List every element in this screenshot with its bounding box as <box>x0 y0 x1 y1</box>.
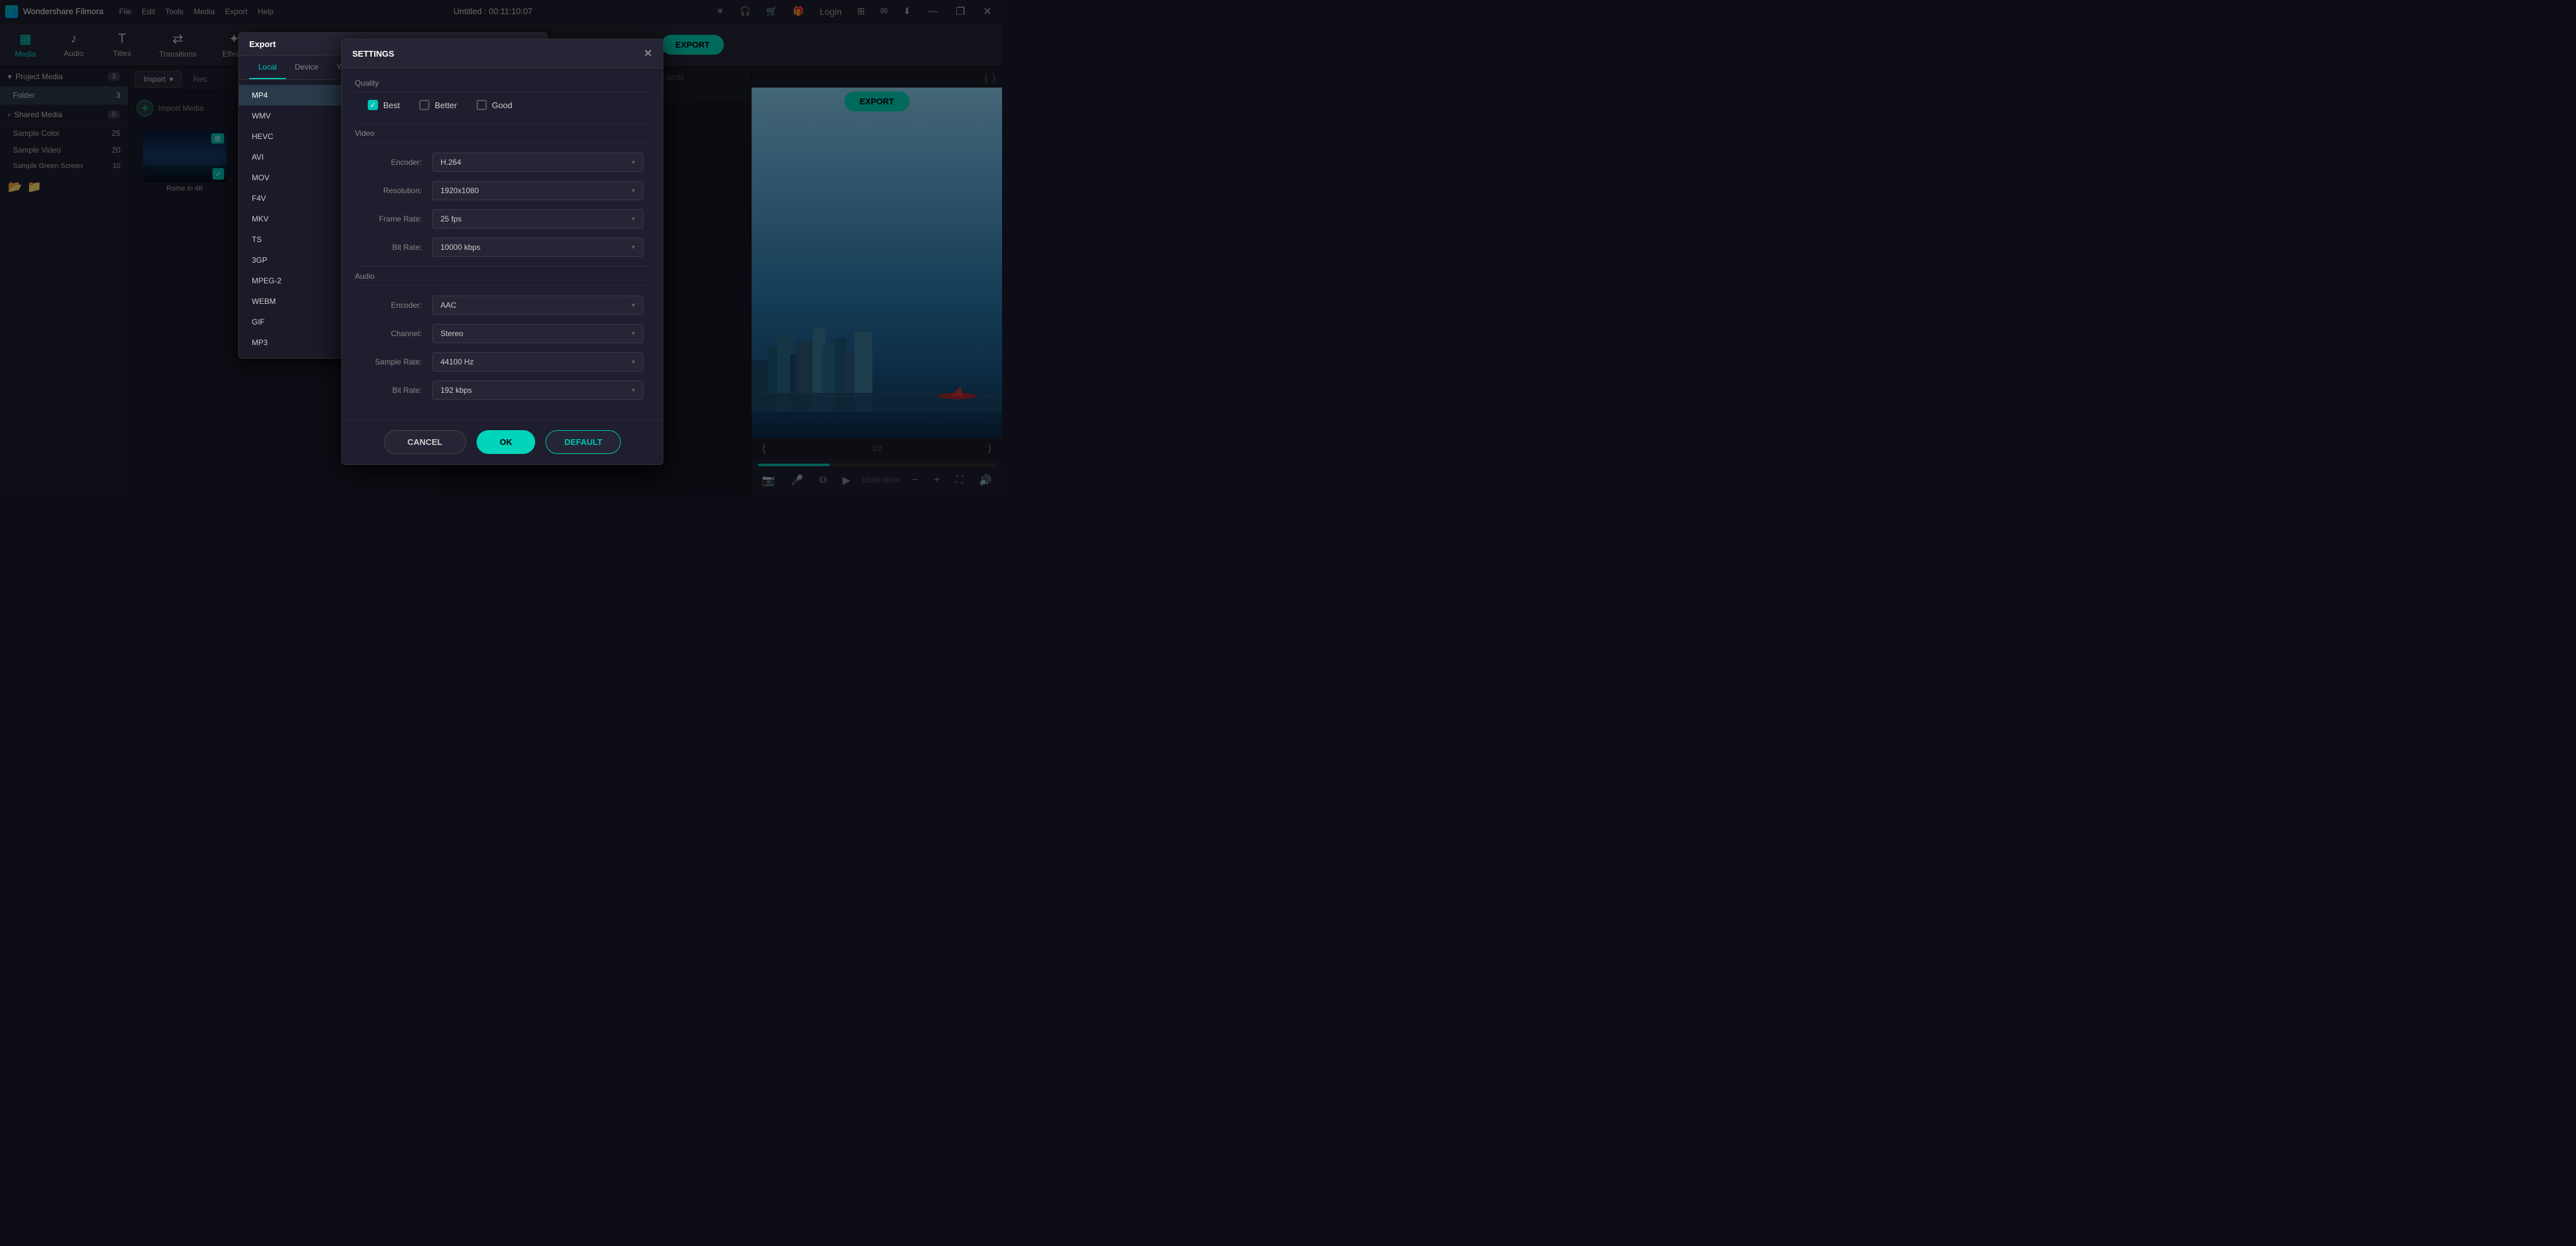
audio-section-title: Audio <box>355 272 650 285</box>
video-section-title: Video <box>355 129 650 142</box>
channel-row: Channel: Stereo ▾ <box>355 324 650 343</box>
video-bitrate-label: Bit Rate: <box>361 243 432 252</box>
channel-chevron-icon: ▾ <box>632 330 635 337</box>
settings-cancel-button[interactable]: CANCEL <box>384 430 466 454</box>
settings-ok-button[interactable]: OK <box>477 430 536 454</box>
quality-good[interactable]: Good <box>477 100 513 110</box>
settings-dialog: SETTINGS ✕ Quality ✓ Best Better Good Vi… <box>341 39 663 465</box>
channel-value: Stereo <box>440 329 463 338</box>
quality-better[interactable]: Better <box>419 100 457 110</box>
encoder-select[interactable]: H.264 ▾ <box>432 153 643 172</box>
resolution-select[interactable]: 1920x1080 ▾ <box>432 181 643 200</box>
channel-select[interactable]: Stereo ▾ <box>432 324 643 343</box>
encoder-value: H.264 <box>440 158 461 167</box>
audio-encoder-label: Encoder: <box>361 301 432 310</box>
video-bitrate-chevron-icon: ▾ <box>632 244 635 251</box>
export-tab-device[interactable]: Device <box>286 56 328 79</box>
settings-close-icon[interactable]: ✕ <box>644 47 652 60</box>
audio-encoder-row: Encoder: AAC ▾ <box>355 296 650 315</box>
settings-footer: CANCEL OK DEFAULT <box>342 419 663 464</box>
encoder-chevron-icon: ▾ <box>632 159 635 166</box>
quality-section-title: Quality <box>355 79 650 92</box>
resolution-value: 1920x1080 <box>440 186 478 195</box>
audio-encoder-select[interactable]: AAC ▾ <box>432 296 643 315</box>
framerate-chevron-icon: ▾ <box>632 216 635 223</box>
framerate-value: 25 fps <box>440 214 462 223</box>
video-bitrate-row: Bit Rate: 10000 kbps ▾ <box>355 238 650 257</box>
video-audio-divider <box>355 266 650 267</box>
audio-encoder-value: AAC <box>440 301 457 310</box>
quality-best-label: Best <box>383 100 400 110</box>
audio-bitrate-chevron-icon: ▾ <box>632 387 635 394</box>
settings-header: SETTINGS ✕ <box>342 39 663 68</box>
quality-options: ✓ Best Better Good <box>355 100 650 110</box>
audio-bitrate-value: 192 kbps <box>440 386 472 395</box>
audio-bitrate-select[interactable]: 192 kbps ▾ <box>432 381 643 400</box>
quality-best[interactable]: ✓ Best <box>368 100 400 110</box>
quality-video-divider <box>355 123 650 124</box>
framerate-label: Frame Rate: <box>361 214 432 223</box>
sample-rate-row: Sample Rate: 44100 Hz ▾ <box>355 352 650 372</box>
quality-good-checkbox[interactable] <box>477 100 487 110</box>
video-bitrate-value: 10000 kbps <box>440 243 480 252</box>
encoder-label: Encoder: <box>361 158 432 167</box>
settings-title: SETTINGS <box>352 49 394 59</box>
quality-better-checkbox[interactable] <box>419 100 430 110</box>
quality-best-checkbox[interactable]: ✓ <box>368 100 378 110</box>
resolution-row: Resolution: 1920x1080 ▾ <box>355 181 650 200</box>
quality-good-label: Good <box>492 100 513 110</box>
resolution-label: Resolution: <box>361 186 432 195</box>
framerate-row: Frame Rate: 25 fps ▾ <box>355 209 650 229</box>
quality-better-label: Better <box>435 100 457 110</box>
export-tab-local[interactable]: Local <box>249 56 286 79</box>
sample-rate-label: Sample Rate: <box>361 357 432 366</box>
sample-rate-select[interactable]: 44100 Hz ▾ <box>432 352 643 372</box>
channel-label: Channel: <box>361 329 432 338</box>
settings-body: Quality ✓ Best Better Good Video Encoder… <box>342 68 663 419</box>
settings-default-button[interactable]: DEFAULT <box>545 430 621 454</box>
sample-rate-chevron-icon: ▾ <box>632 359 635 366</box>
audio-bitrate-label: Bit Rate: <box>361 386 432 395</box>
audio-encoder-chevron-icon: ▾ <box>632 302 635 309</box>
sample-rate-value: 44100 Hz <box>440 357 473 366</box>
framerate-select[interactable]: 25 fps ▾ <box>432 209 643 229</box>
audio-bitrate-row: Bit Rate: 192 kbps ▾ <box>355 381 650 400</box>
encoder-row: Encoder: H.264 ▾ <box>355 153 650 172</box>
resolution-chevron-icon: ▾ <box>632 187 635 194</box>
video-bitrate-select[interactable]: 10000 kbps ▾ <box>432 238 643 257</box>
export-title-text: Export <box>249 39 276 49</box>
